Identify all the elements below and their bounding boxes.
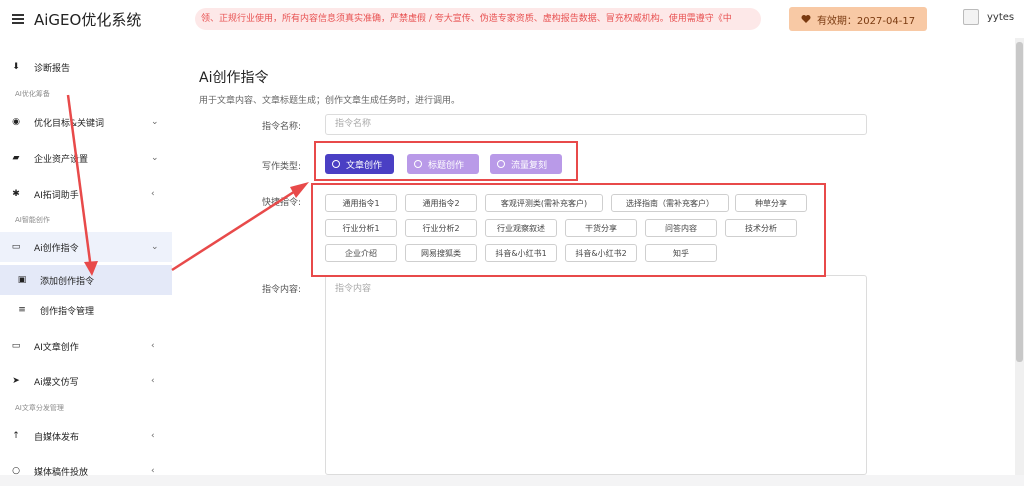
sidebar-item-label: AI文章创作 bbox=[34, 342, 79, 353]
send-icon: ➤ bbox=[12, 376, 20, 386]
sidebar-item-label: Ai创作指令 bbox=[34, 243, 79, 254]
type-label: 写作类型: bbox=[262, 162, 302, 172]
sidebar-item-label: 优化目标&关键词 bbox=[34, 118, 105, 129]
folder-icon: ▭ bbox=[11, 242, 21, 252]
sidebar-item-diagnosis[interactable]: ⬇ 诊断报告 bbox=[0, 52, 172, 82]
notice-banner: 领、正规行业使用，所有内容信息须真实准确，严禁虚假 / 夸大宣传、伪造专家资质、… bbox=[195, 8, 761, 30]
chevron-down-icon: ⌄ bbox=[151, 117, 159, 127]
sidebar-item-ai-instructions[interactable]: ▭ Ai创作指令 ⌄ bbox=[0, 232, 172, 262]
book-icon: ▰ bbox=[12, 153, 20, 163]
arrow-up-icon: ↑ bbox=[12, 431, 20, 441]
name-label: 指令名称: bbox=[262, 122, 302, 132]
sidebar: ⬇ 诊断报告 AI优化筹备 ◉ 优化目标&关键词 ⌄ ▰ 企业资产设置 ⌄ ✱ … bbox=[0, 38, 173, 478]
sidebar-item-label: 诊断报告 bbox=[34, 63, 71, 74]
annotation-box-quick bbox=[311, 183, 826, 277]
sidebar-item-rewrite[interactable]: ➤ Ai爆文仿写 ‹ bbox=[0, 366, 172, 396]
section-label: AI优化筹备 bbox=[15, 90, 50, 98]
sidebar-item-keywords[interactable]: ◉ 优化目标&关键词 ⌄ bbox=[0, 107, 172, 137]
heart-icon bbox=[801, 15, 811, 23]
sidebar-item-label: 创作指令管理 bbox=[40, 306, 95, 317]
top-bar: AiGEO优化系统 领、正规行业使用，所有内容信息须真实准确，严禁虚假 / 夸大… bbox=[0, 0, 1024, 39]
username: yytes bbox=[987, 11, 1015, 23]
expiry-badge: 有效期：2027-04-17 bbox=[789, 7, 927, 31]
chevron-left-icon: ‹ bbox=[151, 431, 155, 441]
sidebar-item-manage-instructions[interactable]: ≡ 创作指令管理 bbox=[0, 295, 172, 325]
target-icon: ◉ bbox=[12, 117, 20, 127]
folder-icon: ▭ bbox=[11, 341, 21, 351]
sidebar-item-label: 自媒体发布 bbox=[34, 432, 80, 443]
sidebar-item-add-instruction[interactable]: ▣ 添加创作指令 bbox=[0, 265, 172, 295]
sidebar-item-label: Ai爆文仿写 bbox=[34, 377, 79, 388]
content-label: 指令内容: bbox=[262, 285, 302, 295]
instruction-name-input[interactable]: 指令名称 bbox=[325, 114, 867, 135]
sidebar-item-media-publish[interactable]: ↑ 自媒体发布 ‹ bbox=[0, 421, 172, 451]
instruction-content-textarea[interactable]: 指令内容 bbox=[325, 275, 867, 475]
sidebar-item-label: 媒体稿件投放 bbox=[34, 467, 89, 478]
menu-toggle-icon[interactable] bbox=[12, 14, 24, 24]
annotation-box-type bbox=[314, 141, 578, 181]
chevron-left-icon: ‹ bbox=[151, 189, 155, 199]
brand: AiGEO优化系统 bbox=[0, 0, 172, 38]
sidebar-item-label: AI拓词助手 bbox=[34, 190, 79, 201]
sidebar-item-article-creation[interactable]: ▭ AI文章创作 ‹ bbox=[0, 331, 172, 361]
sidebar-item-label: 添加创作指令 bbox=[40, 276, 95, 287]
sidebar-item-assets[interactable]: ▰ 企业资产设置 ⌄ bbox=[0, 143, 172, 173]
sidebar-item-label: 企业资产设置 bbox=[34, 154, 89, 165]
avatar bbox=[963, 9, 979, 25]
chevron-down-icon: ⌄ bbox=[151, 242, 159, 252]
list-icon: ≡ bbox=[18, 305, 26, 315]
sidebar-item-word-assistant[interactable]: ✱ AI拓词助手 ‹ bbox=[0, 179, 172, 209]
edit-doc-icon: ▣ bbox=[17, 275, 27, 285]
app-title: AiGEO优化系统 bbox=[34, 10, 142, 29]
expiry-text: 有效期：2027-04-17 bbox=[816, 15, 916, 27]
chevron-left-icon: ‹ bbox=[151, 376, 155, 386]
chevron-down-icon: ⌄ bbox=[151, 153, 159, 163]
section-label: AI文章分发管理 bbox=[15, 404, 64, 412]
page-description: 用于文章内容、文章标题生成；创作文章生成任务时，进行调用。 bbox=[199, 96, 461, 106]
gear-icon: ✱ bbox=[12, 189, 20, 199]
sidebar-item-media-placement[interactable]: ○ 媒体稿件投放 ‹ bbox=[0, 456, 172, 486]
scrollbar-thumb[interactable] bbox=[1016, 42, 1023, 362]
page-title: Ai创作指令 bbox=[199, 70, 269, 86]
section-label: AI智能创作 bbox=[15, 216, 50, 224]
download-icon: ⬇ bbox=[12, 62, 20, 72]
user-menu[interactable]: yytes bbox=[963, 9, 1014, 25]
chevron-left-icon: ‹ bbox=[151, 341, 155, 351]
